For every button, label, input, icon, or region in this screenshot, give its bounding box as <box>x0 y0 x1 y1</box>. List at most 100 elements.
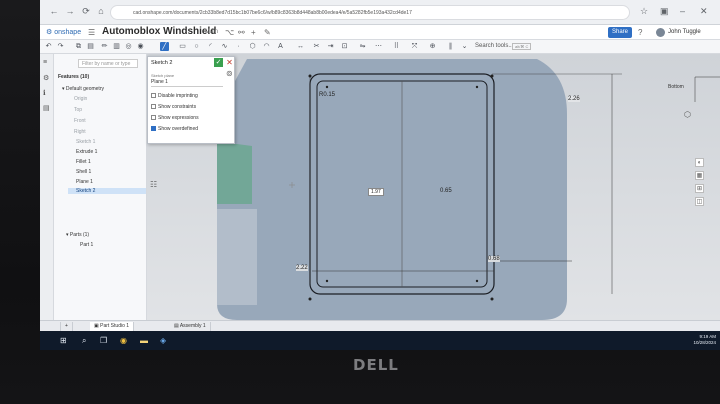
revolve-icon[interactable]: ◎ <box>124 42 133 51</box>
sketch-point[interactable] <box>325 85 329 89</box>
address-bar[interactable]: cad.onshape.com/documents/2cb33b8ed7d15b… <box>110 5 630 20</box>
feature-item[interactable]: Origin <box>74 96 87 102</box>
feature-item[interactable]: Sketch 1 <box>76 139 95 145</box>
chrome-icon[interactable]: ◉ <box>120 336 127 345</box>
point-tool-icon[interactable]: · <box>234 42 243 51</box>
app-icon[interactable]: ◈ <box>160 336 166 345</box>
offset-tool-icon[interactable]: ⊡ <box>340 42 349 51</box>
appearance-icon[interactable]: ◐ <box>695 158 704 167</box>
user-name[interactable]: John Tuggle <box>668 29 701 35</box>
home-icon[interactable]: ⌂ <box>95 6 107 16</box>
close-window-icon[interactable]: ✕ <box>700 6 708 17</box>
confirm-check-icon[interactable]: ✓ <box>214 58 223 67</box>
undo-icon[interactable]: ↶ <box>44 42 53 51</box>
share-button[interactable]: Share <box>608 27 632 38</box>
sweep-icon[interactable]: ◉ <box>136 42 145 51</box>
sketch-icon[interactable]: ✏ <box>100 42 109 51</box>
dim-bottom-right[interactable]: 0.68 <box>488 256 500 262</box>
info-icon[interactable]: ℹ <box>43 89 46 97</box>
dim-bottom-width[interactable]: 2.22 <box>296 265 308 271</box>
transform-tool-icon[interactable]: ⤧ <box>410 42 419 51</box>
redo-icon[interactable]: ↷ <box>56 42 65 51</box>
display-icon[interactable]: ◫ <box>695 197 704 206</box>
paste-icon[interactable]: ▤ <box>86 42 95 51</box>
dimension-tool-icon[interactable]: ↔ <box>296 42 305 51</box>
constraint-tool-icon[interactable]: ∥ <box>446 42 455 51</box>
forward-arrow-icon[interactable]: → <box>64 6 76 16</box>
versions-icon[interactable]: ⌥ <box>225 28 234 37</box>
rectangle-tool-icon[interactable]: ▭ <box>178 42 187 51</box>
dim-center-width[interactable]: 1.97 <box>368 188 384 196</box>
option-show-overdefined[interactable]: Show overdefined <box>151 126 198 132</box>
extensions-icon[interactable]: ▣ <box>660 6 669 17</box>
feature-item[interactable]: Fillet 1 <box>76 159 91 165</box>
onshape-logo[interactable]: ⚙ onshape <box>46 28 81 36</box>
option-disable-imprinting[interactable]: Disable imprinting <box>151 93 198 99</box>
plane-field[interactable]: Plane 1 <box>151 79 223 87</box>
dim-radius[interactable]: R0.15 <box>319 92 335 98</box>
feature-item[interactable]: Top <box>74 107 82 113</box>
search-icon[interactable]: ⌕ <box>82 336 86 346</box>
features-header[interactable]: Features (10) <box>58 74 89 80</box>
feature-item[interactable]: Right <box>74 129 86 135</box>
link-icon[interactable]: ⚯ <box>238 28 245 37</box>
mirror-tool-icon[interactable]: ⇋ <box>358 42 367 51</box>
menu-icon[interactable]: ☰ <box>88 28 95 37</box>
variables-icon[interactable]: ⚙ <box>43 74 49 82</box>
search-tools[interactable]: Search tools... <box>475 43 513 49</box>
feature-filter-input[interactable]: Filter by name or type <box>78 59 138 68</box>
checkbox-icon[interactable] <box>151 93 156 99</box>
line-tool-icon[interactable]: ╱ <box>160 42 169 51</box>
plus-icon[interactable]: + <box>251 28 256 37</box>
document-title[interactable]: Automoblox Windshield <box>102 26 216 37</box>
task-view-icon[interactable]: ❐ <box>100 336 107 345</box>
sketch-point[interactable] <box>308 74 312 78</box>
parts-list-icon[interactable]: ▤ <box>43 104 50 112</box>
pin-icon[interactable]: ✎ <box>264 28 271 37</box>
feature-item[interactable]: Extrude 1 <box>76 149 97 155</box>
parts-header[interactable]: ▾ Parts (1) <box>66 232 89 238</box>
list-toggle-icon[interactable]: ☷ <box>150 180 157 189</box>
windows-start-icon[interactable]: ⊞ <box>60 336 67 345</box>
dialog-settings-icon[interactable]: ⊚ <box>226 69 233 78</box>
feature-item[interactable]: Plane 1 <box>76 179 93 185</box>
construction-tool-icon[interactable]: ⋯ <box>374 42 383 51</box>
help-button[interactable]: ? <box>638 28 642 37</box>
fillet-tool-icon[interactable]: ◠ <box>262 42 271 51</box>
reload-icon[interactable]: ⟳ <box>80 6 92 17</box>
tab-assembly[interactable]: ▤ Assembly 1 <box>170 322 211 331</box>
trim-tool-icon[interactable]: ✂ <box>312 42 321 51</box>
sketch-point[interactable] <box>325 279 329 283</box>
circle-tool-icon[interactable]: ○ <box>192 42 201 51</box>
add-tab-icon[interactable]: + <box>60 322 73 331</box>
sketch-point[interactable] <box>308 297 312 301</box>
section-icon[interactable]: ⊞ <box>695 184 704 193</box>
minimize-icon[interactable]: – <box>680 6 685 16</box>
use-tool-icon[interactable]: ⊕ <box>428 42 437 51</box>
extrude-icon[interactable]: ▥ <box>112 42 121 51</box>
file-explorer-icon[interactable]: ▬ <box>140 336 148 345</box>
polygon-tool-icon[interactable]: ⬡ <box>248 42 257 51</box>
checkbox-checked-icon[interactable] <box>151 126 156 132</box>
tab-part-studio[interactable]: ▣ Part Studio 1 <box>90 322 135 331</box>
checkbox-icon[interactable] <box>151 104 156 110</box>
pattern-tool-icon[interactable]: ⠿ <box>392 42 401 51</box>
arc-tool-icon[interactable]: ◜ <box>206 42 215 51</box>
view-cube-icon[interactable]: ⬡ <box>684 110 691 119</box>
branch-label[interactable]: Main <box>205 29 218 35</box>
option-show-constraints[interactable]: Show constraints <box>151 104 196 110</box>
measure-icon[interactable]: ▦ <box>695 171 704 180</box>
sketch-point[interactable] <box>490 297 494 301</box>
checkbox-icon[interactable] <box>151 115 156 121</box>
copy-icon[interactable]: ⧉ <box>74 42 83 51</box>
view-cube-label[interactable]: Bottom <box>668 84 684 90</box>
dim-offset[interactable]: 0.65 <box>440 188 452 194</box>
feature-item[interactable]: Front <box>74 118 86 124</box>
part-item[interactable]: Part 1 <box>80 242 93 248</box>
spline-tool-icon[interactable]: ∿ <box>220 42 229 51</box>
avatar[interactable] <box>656 28 665 37</box>
feature-list-icon[interactable]: ≡ <box>43 59 47 66</box>
close-icon[interactable]: ✕ <box>225 58 234 67</box>
sketch-point[interactable] <box>475 85 479 89</box>
back-arrow-icon[interactable]: ← <box>48 6 60 16</box>
